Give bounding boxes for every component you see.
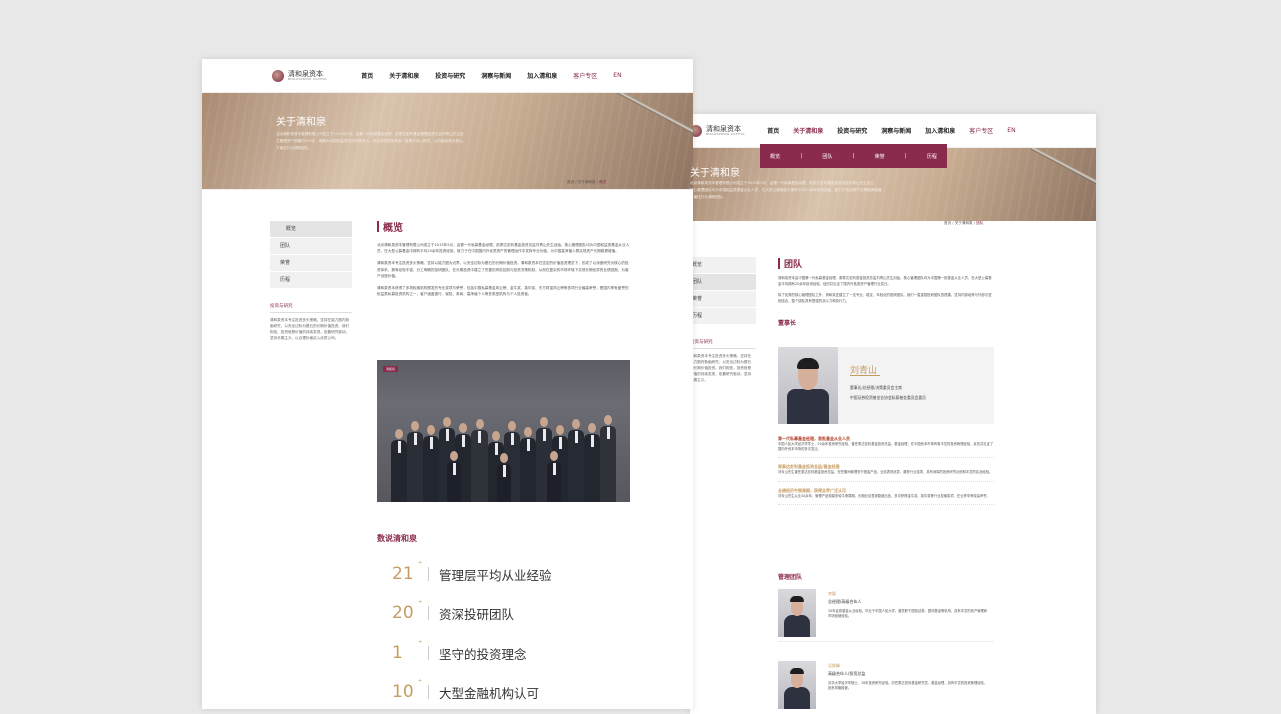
stat-item: 20 + 资深投研团队 bbox=[392, 599, 515, 623]
nav-join[interactable]: 加入清和泉 bbox=[925, 126, 955, 135]
nav-about[interactable]: 关于清和泉 bbox=[389, 71, 419, 80]
nav-home[interactable]: 首页 bbox=[767, 126, 779, 135]
sidebar: 概览 团队 荣誉 历程 投资与研究 清和泉资本专注投资多头策略，坚持在能力圈内勤… bbox=[270, 221, 352, 341]
stat-label: 大型金融机构认可 bbox=[439, 685, 540, 701]
stat-label: 坚守的投资理念 bbox=[439, 646, 527, 662]
team-content: 团队 清和泉资本由中国第一代私募基金经理、原泰达宏利基金投资总监刘青山先生创始。… bbox=[778, 257, 994, 327]
nav-home[interactable]: 首页 bbox=[361, 71, 373, 80]
stat-item: 10 + 大型金融机构认可 bbox=[392, 678, 540, 702]
logo-name-en: BINLOSPRING CAPITAL bbox=[288, 76, 328, 81]
nav-bar: 清和泉资本 BINLOSPRING CAPITAL 首页 关于清和泉 投资与研究… bbox=[690, 114, 1096, 148]
overview-paragraph: 清和泉资本专注投资多头策略，坚持以能力圈为边界、以安全边际为基石的长期价值投资。… bbox=[377, 261, 629, 278]
stats-heading: 数说清和泉 bbox=[377, 534, 417, 543]
stat-item: 21 + 管理层平均从业经验 bbox=[392, 560, 552, 584]
sidebar-item-honor[interactable]: 荣誉 bbox=[270, 255, 352, 272]
sidebar-item-overview[interactable]: 概览 bbox=[270, 221, 352, 238]
nav-lang[interactable]: EN bbox=[613, 72, 621, 79]
member-photo bbox=[778, 661, 816, 709]
banner-text: 北京清和泉资本管理有限公司成立于2015年5月，由第一代私募基金经理、前泰达宏利… bbox=[690, 181, 886, 199]
member-role: 高级合伙人/投资总监 bbox=[828, 671, 866, 676]
sidebar-item-history[interactable]: 历程 bbox=[270, 272, 352, 289]
nav-insight[interactable]: 洞察与新闻 bbox=[881, 126, 911, 135]
chairman-title1: 董事长/总经理/决策委员会主席 bbox=[850, 385, 902, 390]
chairman-card: 刘青山 董事长/总经理/决策委员会主席 中国证券投资基金业协会私募基金委员会委员 bbox=[778, 347, 994, 424]
member-desc: 清华大学经济学硕士，18年投资研究经验。历任泰达宏利基金研究员、基金经理，具有丰… bbox=[828, 681, 988, 691]
stat-number: 10 bbox=[392, 682, 414, 702]
banner-title: 关于清和泉 bbox=[690, 168, 740, 179]
sidebar-text: 清和泉资本专注投资多头策略，坚持在能力圈内勤勉研究，以安全边际为基石的长期价值投… bbox=[690, 354, 752, 382]
sidebar: 概览 团队 荣誉 历程 投资与研究 清和泉资本专注投资多头策略，坚持在能力圈内勤… bbox=[690, 257, 756, 383]
pen-image bbox=[1029, 148, 1096, 191]
overview-content: 概览 北京清和泉资本管理有限公司成立于2015年5月，由第一代私募基金经理、前泰… bbox=[377, 219, 630, 303]
nav-about[interactable]: 关于清和泉 bbox=[793, 126, 823, 135]
stat-number: 1 bbox=[392, 643, 403, 663]
stat-label: 管理层平均从业经验 bbox=[439, 567, 552, 583]
nav-invest[interactable]: 投资与研究 bbox=[435, 71, 465, 80]
member-photo bbox=[778, 589, 816, 637]
banner-title: 关于清和泉 bbox=[276, 117, 326, 128]
about-dropdown: 概览 | 团队 | 荣誉 | 历程 bbox=[760, 144, 947, 168]
stat-plus: + bbox=[418, 678, 423, 684]
logo-icon bbox=[272, 69, 284, 82]
dropdown-team[interactable]: 团队 bbox=[822, 153, 832, 160]
sidebar-heading: 投资与研究 bbox=[270, 303, 352, 313]
pen-image bbox=[612, 93, 693, 143]
member-card: 吴俊峰 高级合伙人/投资总监 清华大学经济学硕士，18年投资研究经验。历任泰达宏… bbox=[778, 661, 994, 713]
stat-label: 资深投研团队 bbox=[439, 606, 515, 622]
chairman-title2: 中国证券投资基金业协会私募基金委员会委员 bbox=[850, 395, 926, 400]
page-title: 概览 bbox=[383, 223, 403, 234]
sidebar-item-team[interactable]: 团队 bbox=[690, 274, 756, 291]
sidebar-item-history[interactable]: 历程 bbox=[690, 308, 756, 325]
banner-text: 北京清和泉资本管理有限公司成立于2015年5月，由第一代私募基金经理、前泰达宏利… bbox=[276, 132, 467, 150]
dropdown-overview[interactable]: 概览 bbox=[770, 153, 780, 160]
stat-number: 21 bbox=[392, 564, 414, 584]
logo[interactable]: 清和泉资本 BINLOSPRING CAPITAL bbox=[272, 69, 328, 82]
member-name: 李颖 bbox=[828, 591, 836, 596]
sidebar-text: 清和泉资本专注投资多头策略，坚持在能力圈内勤勉研究，以安全边际为基石的长期价值投… bbox=[270, 318, 350, 340]
sidebar-item-honor[interactable]: 荣誉 bbox=[690, 291, 756, 308]
page-title: 团队 bbox=[784, 260, 803, 270]
chairman-heading: 董事长 bbox=[778, 320, 797, 328]
team-photo: 清和泉 bbox=[377, 360, 630, 502]
overview-paragraph: 清和泉资本获得了多项权威机构颁发的专业奖项与荣誉，包括中国私募基金风云榜、金牛奖… bbox=[377, 286, 629, 297]
team-page-window: 清和泉资本 BINLOSPRING CAPITAL 首页 关于清和泉 投资与研究… bbox=[690, 114, 1096, 714]
chairman-photo bbox=[778, 347, 838, 424]
member-role: 总经理/高级合伙人 bbox=[828, 599, 862, 604]
photo-tag: 清和泉 bbox=[383, 366, 399, 372]
dropdown-honor[interactable]: 荣誉 bbox=[875, 153, 885, 160]
member-card: 李颖 总经理/高级合伙人 20年证券基金从业经验。毕业于中国人民大学，曾供职于国… bbox=[778, 589, 994, 642]
sidebar-item-team[interactable]: 团队 bbox=[270, 238, 352, 255]
nav-client[interactable]: 客户专区 bbox=[573, 71, 597, 80]
sidebar-item-overview[interactable]: 概览 bbox=[690, 257, 756, 274]
breadcrumb: 首页 / 关于清和泉 / 概览 bbox=[567, 180, 607, 184]
stat-plus: + bbox=[418, 560, 423, 566]
logo-name-en: BINLOSPRING CAPITAL bbox=[706, 131, 746, 136]
stat-plus: + bbox=[418, 599, 423, 605]
banner: 关于清和泉 北京清和泉资本管理有限公司成立于2015年5月，由第一代私募基金经理… bbox=[202, 93, 693, 190]
nav-insight[interactable]: 洞察与新闻 bbox=[481, 71, 511, 80]
management-heading: 管理团队 bbox=[778, 574, 803, 581]
logo[interactable]: 清和泉资本 BINLOSPRING CAPITAL bbox=[690, 124, 746, 137]
member-name: 吴俊峰 bbox=[828, 663, 840, 668]
sidebar-heading: 投资与研究 bbox=[690, 339, 756, 349]
nav-join[interactable]: 加入清和泉 bbox=[527, 71, 557, 80]
nav-client[interactable]: 客户专区 bbox=[969, 126, 993, 135]
overview-paragraph: 北京清和泉资本管理有限公司成立于2015年5月，由第一代私募基金经理、前泰达宏利… bbox=[377, 243, 630, 254]
nav-lang[interactable]: EN bbox=[1007, 127, 1015, 134]
nav-invest[interactable]: 投资与研究 bbox=[837, 126, 867, 135]
member-desc: 20年证券基金从业经验。毕业于中国人民大学，曾供职于国信证券、银河基金等机构，具… bbox=[828, 609, 988, 619]
overview-page-window: 清和泉资本 BINLOSPRING CAPITAL 首页 关于清和泉 投资与研究… bbox=[202, 59, 693, 709]
nav-bar: 清和泉资本 BINLOSPRING CAPITAL 首页 关于清和泉 投资与研究… bbox=[202, 59, 693, 93]
stat-plus: + bbox=[418, 639, 423, 645]
breadcrumb: 首页 / 关于清和泉 / 团队 bbox=[944, 221, 984, 225]
stat-number: 20 bbox=[392, 603, 414, 623]
dropdown-history[interactable]: 历程 bbox=[927, 153, 937, 160]
chairman-highlights: 第一代私募基金经理，首批基金从业人员 中国人民大学经济学学士，20余年投资研究经… bbox=[778, 436, 994, 505]
stat-item: 1 + 坚守的投资理念 bbox=[392, 639, 527, 663]
